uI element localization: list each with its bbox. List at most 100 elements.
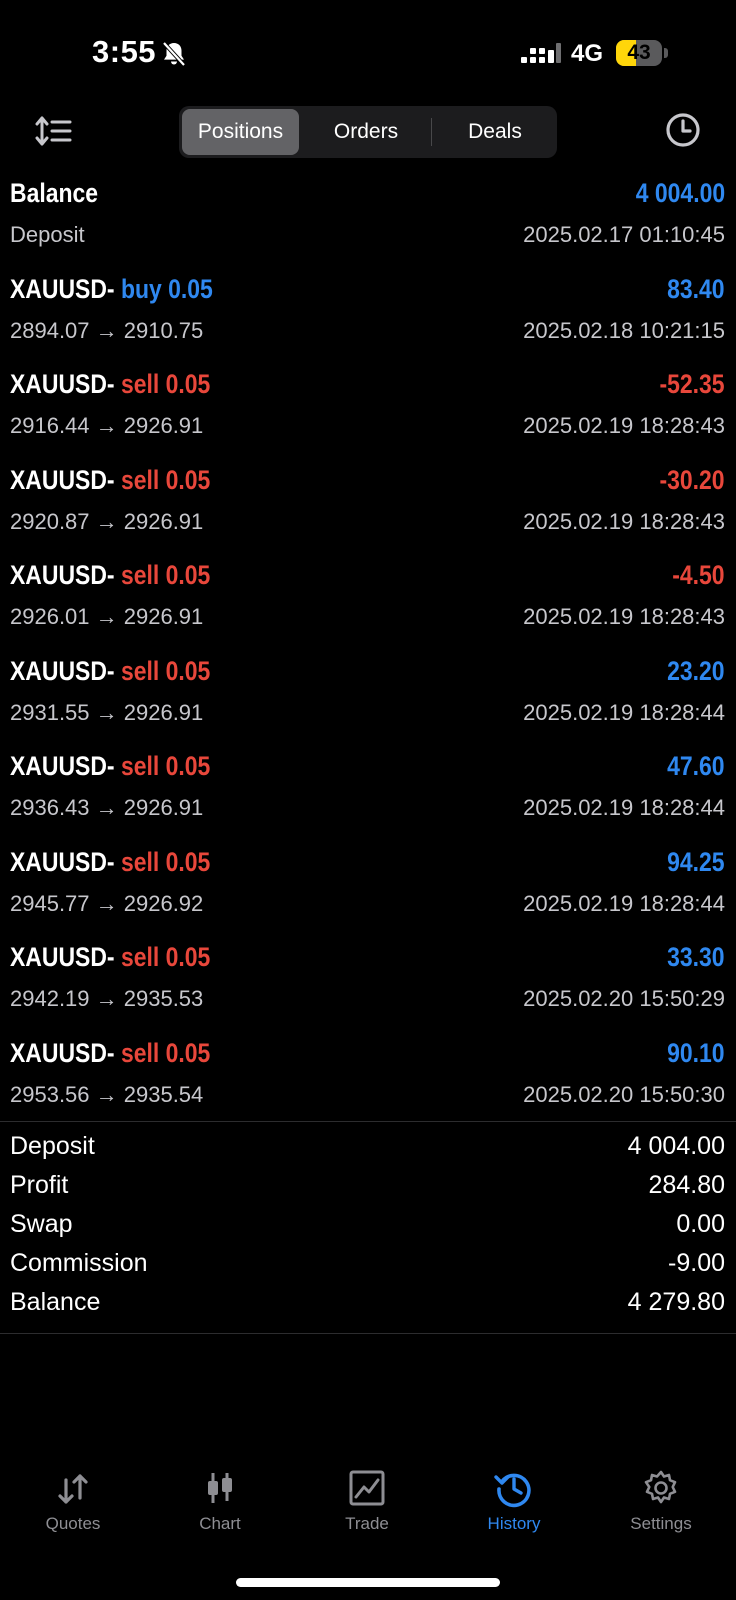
summary-table: Deposit 4 004.00 Profit 284.80 Swap 0.00… [0,1128,736,1323]
position-prices: 2894.07 → 2910.75 [10,317,204,343]
summary-label: Balance [10,1288,101,1316]
position-profit: 23.20 [667,655,725,686]
summary-row-deposit: Deposit 4 004.00 [0,1128,736,1167]
summary-value: 4 004.00 [627,1132,725,1160]
position-profit: 33.30 [667,942,725,972]
tab-label: History [487,1514,541,1533]
position-time: 2025.02.19 18:28:44 [523,699,725,725]
position-symbol: XAUUSD- [10,560,115,590]
position-title: XAUUSD- sell 0.05 [10,1038,210,1069]
summary-label: Deposit [10,1132,95,1160]
balance-title: Balance [10,178,99,208]
position-profit: -4.50 [672,560,725,590]
settings-icon [644,1470,677,1504]
summary-row-commission: Commission -9.00 [0,1245,736,1284]
status-time: 3:55 [92,34,157,69]
position-prices: 2942.19 → 2935.53 [10,986,204,1011]
trade-icon [349,1470,385,1506]
bottom-tab-bar: Quotes Chart Trade History Settings [0,1468,736,1548]
position-prices: 2945.77 → 2926.92 [10,890,204,916]
position-symbol: XAUUSD- [10,655,115,686]
position-time: 2025.02.19 18:28:43 [523,604,725,629]
tab-trade[interactable]: Trade [307,1468,427,1534]
tab-label: Settings [630,1514,692,1533]
position-time: 2025.02.20 15:50:30 [523,1081,725,1107]
summary-value: 4 279.80 [627,1288,725,1316]
tab-positions[interactable]: Positions [182,109,299,155]
position-side-volume: sell 0.05 [120,751,211,781]
position-title: XAUUSD- sell 0.05 [10,369,210,400]
position-side-volume: sell 0.05 [120,846,211,877]
position-time: 2025.02.19 18:28:44 [523,795,725,820]
signal-icon [521,43,561,63]
position-profit: -52.35 [659,369,725,399]
position-row[interactable]: XAUUSD- buy 0.05 83.40 2894.07 → 2910.75 20… [0,268,736,364]
position-side-volume: sell 0.05 [120,1037,211,1068]
position-profit: 47.60 [667,751,725,781]
clock-icon[interactable] [663,110,703,150]
sort-icon[interactable] [34,112,74,152]
summary-divider [0,1333,736,1334]
position-profit: -30.20 [659,464,725,495]
position-row[interactable]: XAUUSD- sell 0.05 23.20 2931.55 → 2926.91 2… [0,650,736,746]
position-time: 2025.02.19 18:28:44 [523,890,725,916]
position-row[interactable]: XAUUSD- sell 0.05 -4.50 2926.01 → 2926.91 2… [0,554,736,650]
position-title: XAUUSD- sell 0.05 [10,847,210,878]
position-profit: 90.10 [667,1037,725,1068]
position-row[interactable]: XAUUSD- sell 0.05 90.10 2953.56 → 2935.54 2… [0,1032,736,1128]
position-profit: 83.40 [667,273,725,304]
position-row[interactable]: XAUUSD- sell 0.05 47.60 2936.43 → 2926.91 2… [0,745,736,841]
position-symbol: XAUUSD- [10,751,115,781]
position-prices: 2920.87 → 2926.91 [10,508,204,534]
position-title: XAUUSD- sell 0.05 [10,465,210,496]
position-side-volume: sell 0.05 [120,464,211,495]
network-type: 4G [571,40,604,67]
position-time: 2025.02.20 15:50:29 [523,986,725,1011]
summary-label: Commission [10,1249,148,1277]
position-side-volume: sell 0.05 [120,942,211,972]
position-profit: 94.25 [667,846,725,877]
position-symbol: XAUUSD- [10,369,115,399]
battery-percent: 43 [627,41,651,64]
silent-bell-icon [162,41,186,67]
position-title: XAUUSD- buy 0.05 [10,274,213,305]
position-row[interactable]: XAUUSD- sell 0.05 33.30 2942.19 → 2935.53 2… [0,936,736,1032]
balance-time: 2025.02.17 01:10:45 [523,222,725,247]
position-time: 2025.02.19 18:28:43 [523,413,725,438]
summary-row-swap: Swap 0.00 [0,1206,736,1245]
summary-value: 284.80 [648,1171,725,1199]
status-bar: 3:55 4G 43 [0,0,736,100]
position-prices: 2931.55 → 2926.91 [10,699,204,725]
position-row[interactable]: XAUUSD- sell 0.05 94.25 2945.77 → 2926.92 2… [0,841,736,937]
history-list: Balance 4 004.00 Deposit 2025.02.17 01:1… [0,172,736,1127]
history-icon [494,1473,531,1508]
position-prices: 2936.43 → 2926.91 [10,795,204,820]
position-side-volume: sell 0.05 [120,369,211,399]
tab-settings[interactable]: Settings [601,1468,721,1534]
position-row[interactable]: XAUUSD- sell 0.05 -30.20 2920.87 → 2926.91… [0,459,736,555]
tab-deals[interactable]: Deals [437,109,553,155]
positions-orders-deals-segmented-control: Positions Orders Deals [179,106,557,158]
position-symbol: XAUUSD- [10,273,115,304]
balance-subtitle: Deposit [10,222,85,247]
balance-deposit-row[interactable]: Balance 4 004.00 Deposit 2025.02.17 01:1… [0,172,736,268]
position-side-volume: buy 0.05 [120,273,213,304]
tab-history[interactable]: History [454,1468,574,1534]
tab-quotes[interactable]: Quotes [13,1468,133,1534]
home-indicator[interactable] [236,1578,500,1587]
position-side-volume: sell 0.05 [120,560,211,590]
summary-value: 0.00 [676,1210,725,1238]
chart-icon [208,1473,232,1503]
tab-orders[interactable]: Orders [309,109,423,155]
position-title: XAUUSD- sell 0.05 [10,751,210,782]
tab-label: Trade [345,1514,389,1533]
position-row[interactable]: XAUUSD- sell 0.05 -52.35 2916.44 → 2926.91… [0,363,736,459]
position-title: XAUUSD- sell 0.05 [10,656,210,687]
position-symbol: XAUUSD- [10,942,115,972]
position-title: XAUUSD- sell 0.05 [10,560,210,591]
tab-label: Chart [199,1514,241,1533]
tab-chart[interactable]: Chart [160,1468,280,1534]
balance-amount: 4 004.00 [635,178,725,208]
position-title: XAUUSD- sell 0.05 [10,942,210,973]
segment-divider [431,118,432,146]
